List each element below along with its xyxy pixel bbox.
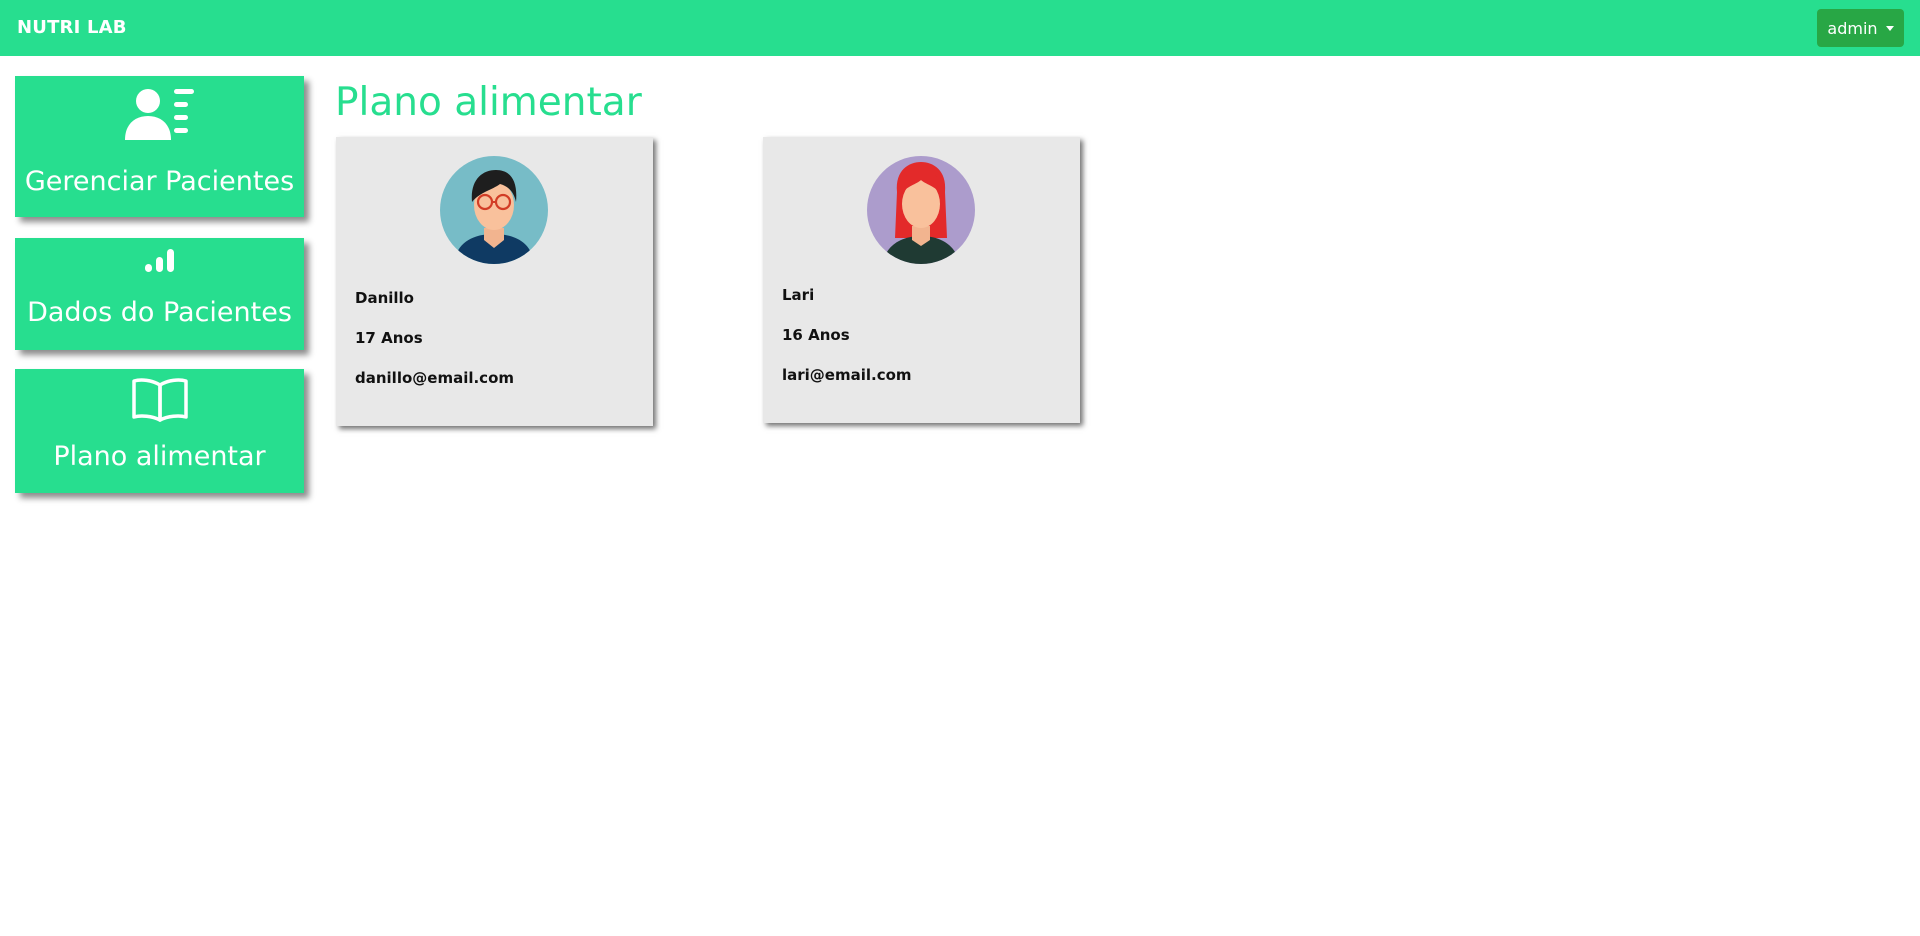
- patient-age: 17 Anos: [355, 329, 423, 347]
- patient-card-lari[interactable]: Lari 16 Anos lari@email.com: [763, 137, 1080, 423]
- male-avatar-glasses: [440, 156, 548, 264]
- sidebar-item-plano-alimentar[interactable]: Plano alimentar: [15, 369, 304, 493]
- user-menu-dropdown[interactable]: admin: [1817, 9, 1904, 47]
- user-menu-label: admin: [1827, 18, 1878, 38]
- caret-down-icon: [1885, 26, 1894, 31]
- sidebar-item-dados-do-pacientes[interactable]: Dados do Pacientes: [15, 238, 304, 350]
- signal-bars-icon: [144, 249, 174, 272]
- patient-name: Danillo: [355, 289, 414, 307]
- patient-name: Lari: [782, 286, 815, 304]
- sidebar-item-gerenciar-pacientes[interactable]: Gerenciar Pacientes: [15, 76, 304, 217]
- top-navbar: NUTRI LAB admin: [0, 0, 1920, 56]
- sidebar-item-label: Plano alimentar: [53, 441, 266, 472]
- patient-email: lari@email.com: [782, 366, 912, 384]
- sidebar-item-label: Dados do Pacientes: [27, 297, 292, 328]
- female-avatar-red-hair: [867, 156, 975, 264]
- patient-age: 16 Anos: [782, 326, 850, 344]
- brand-logo-text[interactable]: NUTRI LAB: [17, 17, 127, 38]
- user-list-icon: [124, 89, 194, 140]
- sidebar-item-label: Gerenciar Pacientes: [24, 166, 295, 197]
- patient-card-danillo[interactable]: Danillo 17 Anos danillo@email.com: [336, 137, 653, 426]
- patient-email: danillo@email.com: [355, 369, 515, 387]
- page-title: Plano alimentar: [335, 80, 642, 125]
- open-book-icon: [131, 378, 188, 422]
